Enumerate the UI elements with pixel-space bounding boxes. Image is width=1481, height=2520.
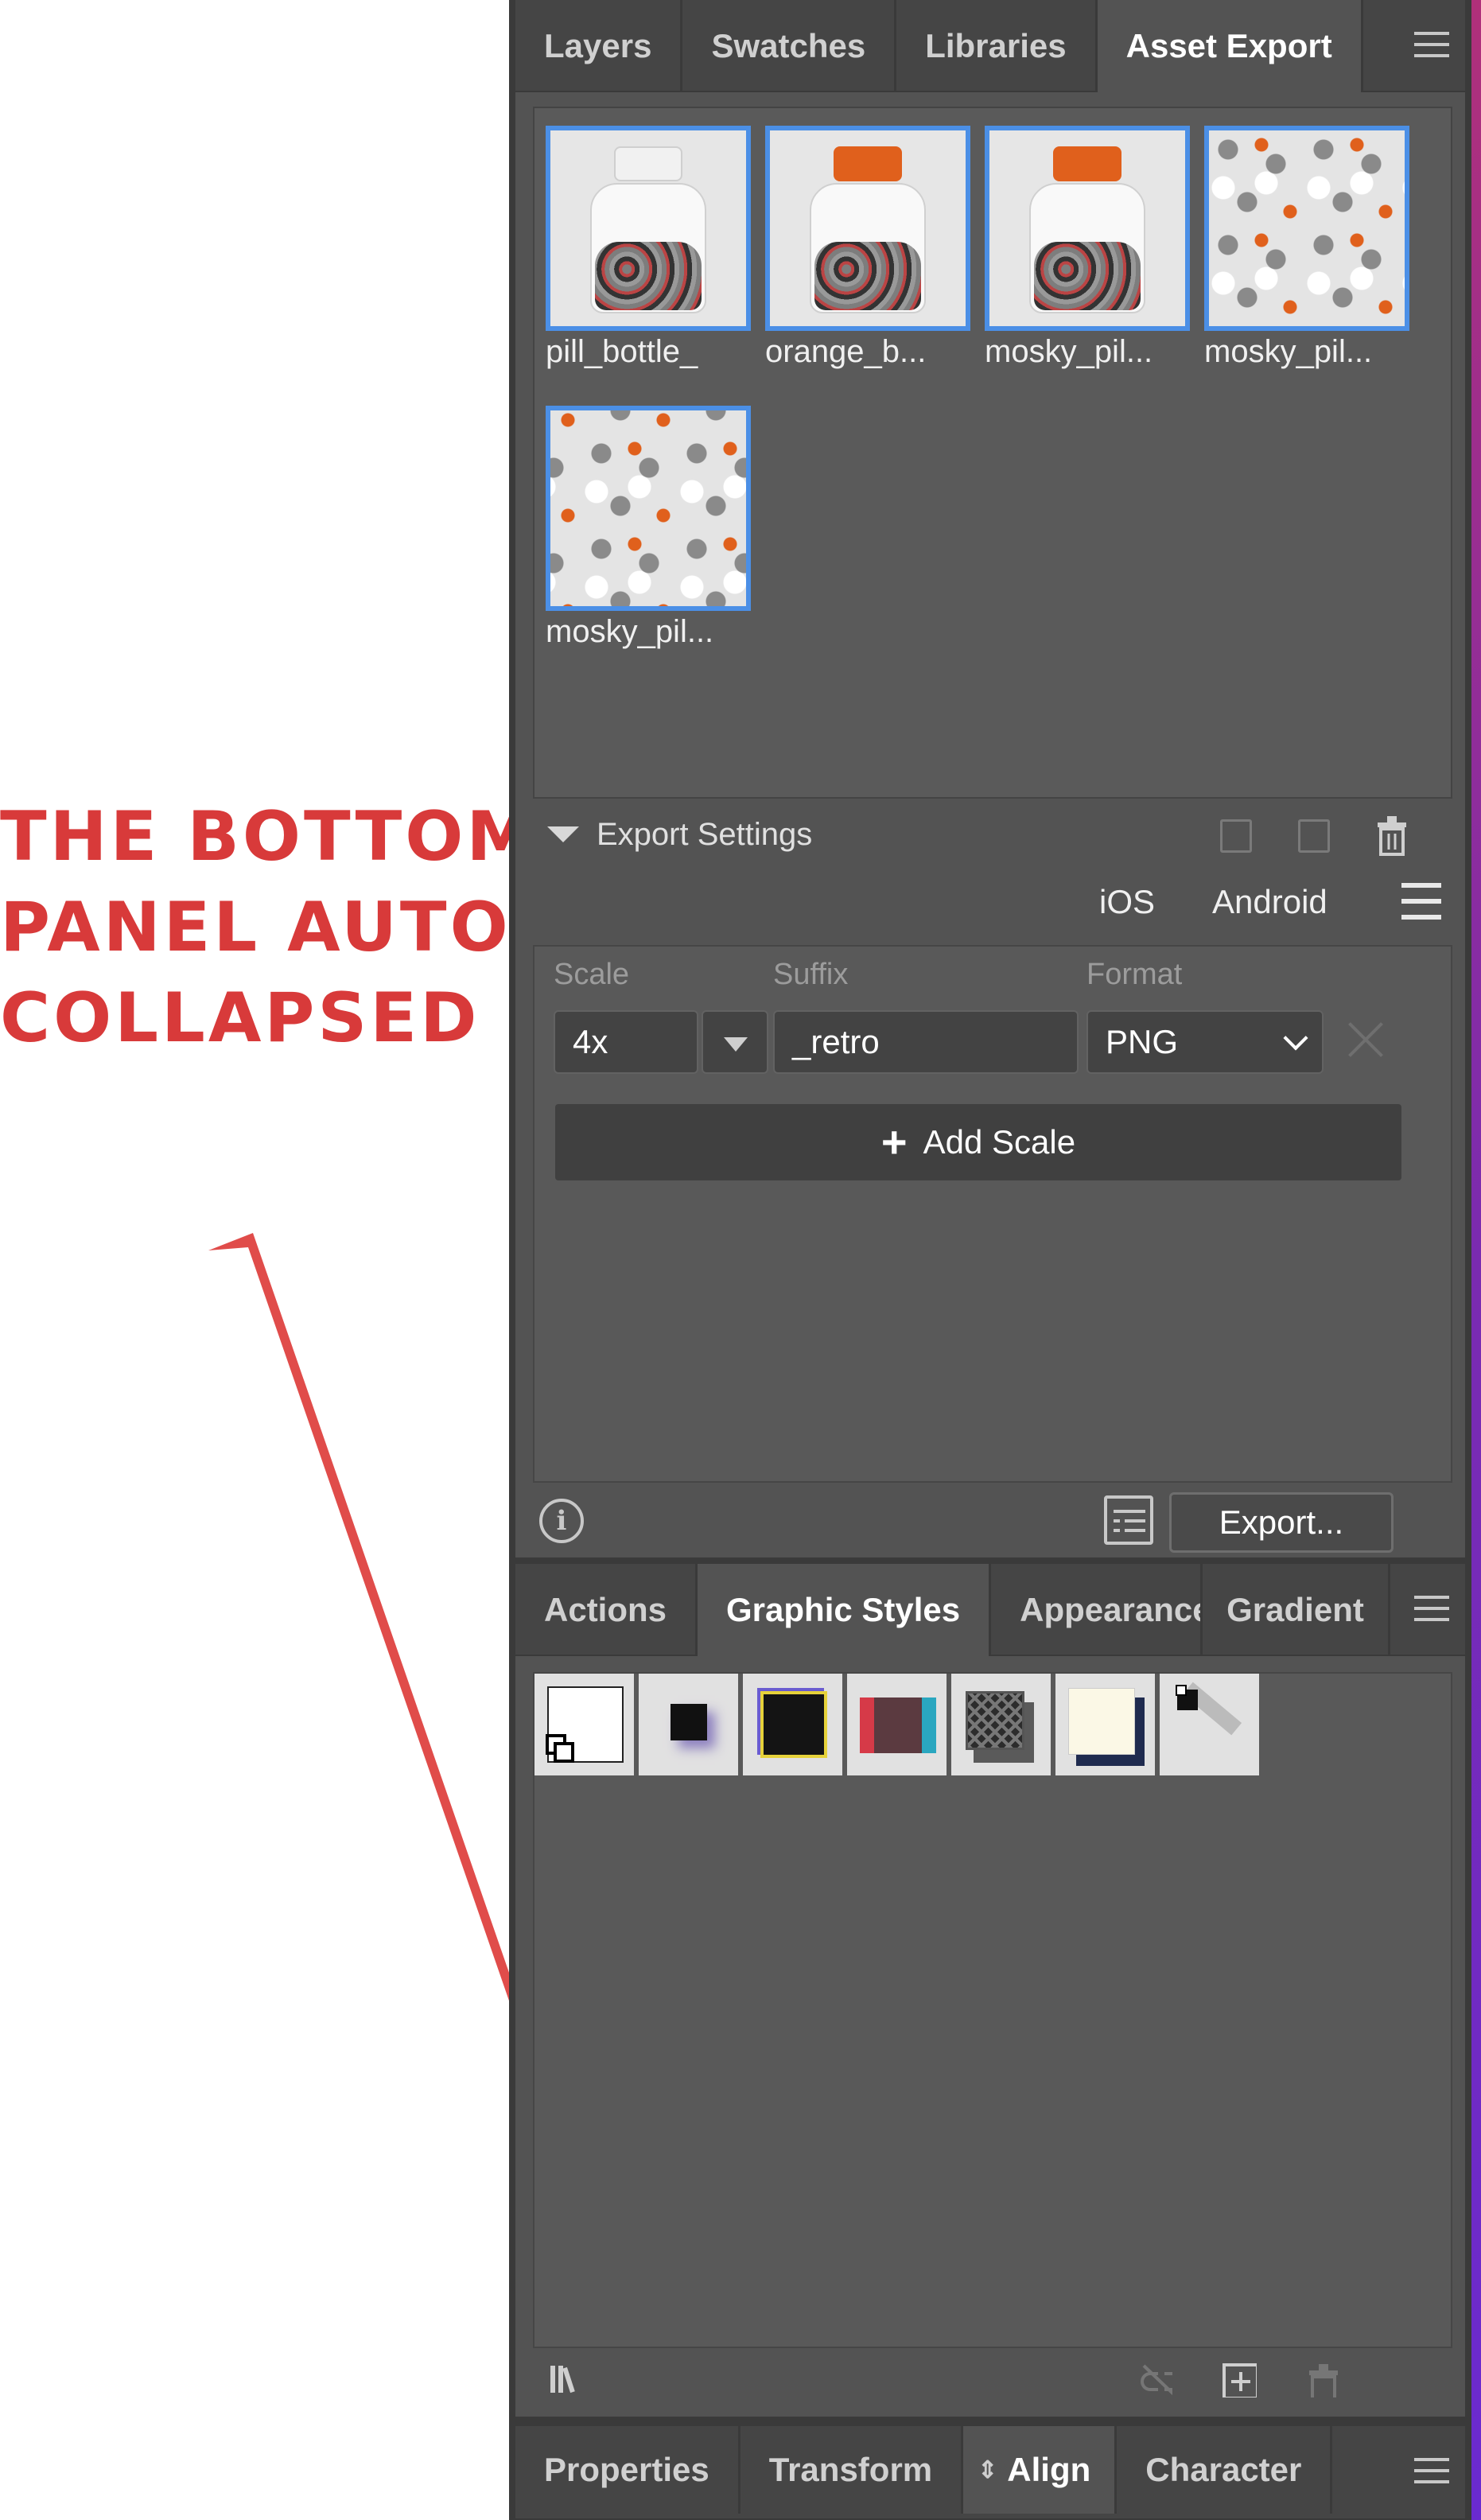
export-settings-header[interactable]: Export Settings xyxy=(533,803,1452,865)
asset-name: pill_bottle_ xyxy=(546,334,698,369)
add-to-export-icon[interactable] xyxy=(1220,819,1252,853)
add-scale-button[interactable]: + Add Scale xyxy=(555,1104,1401,1180)
scale-input[interactable]: 4x xyxy=(554,1010,698,1074)
style-swatch-bicolor[interactable] xyxy=(847,1674,949,1775)
window-edge xyxy=(1471,0,1481,2520)
list-icon[interactable] xyxy=(1401,883,1441,923)
tab-actions[interactable]: Actions xyxy=(515,1564,698,1656)
export-button[interactable]: Export... xyxy=(1169,1492,1394,1553)
style-swatch-default[interactable] xyxy=(534,1674,636,1775)
tab-align-label: Align xyxy=(1007,2451,1091,2488)
asset-export-panel: Layers Swatches Libraries Asset Export p… xyxy=(515,0,1465,1558)
collapse-toggle-icon: ⇕ xyxy=(978,2456,998,2483)
style-swatch-mesh-shadow[interactable] xyxy=(951,1674,1053,1775)
asset-name: orange_b... xyxy=(765,334,927,369)
asset-item[interactable]: orange_b... xyxy=(765,126,970,370)
graphic-styles-footer xyxy=(533,2356,1452,2412)
scale-column-label: Scale xyxy=(554,958,630,991)
export-footer: i Export... xyxy=(533,1488,1452,1567)
duplicate-asset-icon[interactable] xyxy=(1298,819,1330,853)
align-panel-collapsed: Properties Transform ⇕ Align Character xyxy=(515,2426,1465,2520)
asset-item[interactable]: pill_bottle_ xyxy=(546,126,751,370)
asset-name: mosky_pil... xyxy=(985,334,1153,369)
asset-thumbnail[interactable] xyxy=(1204,126,1409,331)
asset-name: mosky_pil... xyxy=(546,614,714,649)
panel-menu-icon[interactable] xyxy=(1414,1596,1449,1624)
format-column-label: Format xyxy=(1086,958,1183,991)
top-tab-bar: Layers Swatches Libraries Asset Export xyxy=(515,0,1465,92)
tab-swatches[interactable]: Swatches xyxy=(682,0,897,92)
bottom-tab-bar: Properties Transform ⇕ Align Character xyxy=(515,2426,1465,2520)
new-style-icon[interactable] xyxy=(1222,2362,1257,2398)
scale-dropdown-button[interactable] xyxy=(702,1010,768,1074)
break-link-icon[interactable] xyxy=(1137,2362,1172,2398)
panel-menu-icon[interactable] xyxy=(1414,32,1449,60)
asset-thumbnail[interactable] xyxy=(546,126,751,331)
trash-icon[interactable] xyxy=(1304,2362,1339,2398)
ios-button[interactable]: iOS xyxy=(1099,883,1155,921)
trash-icon[interactable] xyxy=(1373,815,1411,858)
suffix-column-label: Suffix xyxy=(773,958,849,991)
plus-icon: + xyxy=(880,1117,908,1167)
asset-thumbnail[interactable] xyxy=(765,126,970,331)
asset-name: mosky_pil... xyxy=(1204,334,1373,369)
export-queue-icon[interactable] xyxy=(1104,1495,1153,1545)
panel-menu-icon[interactable] xyxy=(1414,2458,1449,2487)
add-scale-label: Add Scale xyxy=(923,1123,1076,1161)
info-icon[interactable]: i xyxy=(539,1499,584,1543)
scale-settings: Scale Suffix Format 4x _retro PNG + Add … xyxy=(533,945,1452,1483)
platform-row: iOS Android xyxy=(533,867,1452,939)
asset-item[interactable]: mosky_pil... xyxy=(985,126,1190,370)
middle-tab-bar: Actions Graphic Styles Appearance Gradie… xyxy=(515,1564,1465,1656)
panel-dock: Layers Swatches Libraries Asset Export p… xyxy=(509,0,1471,2520)
tab-appearance[interactable]: Appearance xyxy=(991,1564,1203,1656)
asset-item[interactable]: mosky_pil... xyxy=(1204,126,1409,370)
style-swatch-soft-shadow[interactable] xyxy=(639,1674,740,1775)
remove-scale-icon[interactable] xyxy=(1343,1017,1389,1063)
tab-character[interactable]: Character xyxy=(1117,2426,1333,2514)
graphic-styles-list xyxy=(533,1672,1452,2348)
style-swatch-cream-3d[interactable] xyxy=(1055,1674,1157,1775)
tab-layers[interactable]: Layers xyxy=(515,0,683,92)
style-swatch-black-neon[interactable] xyxy=(743,1674,845,1775)
chevron-down-icon xyxy=(1283,1025,1308,1051)
format-select[interactable]: PNG xyxy=(1086,1010,1324,1074)
asset-grid: pill_bottle_ orange_b... mosky_pil... mo… xyxy=(533,107,1452,799)
libraries-menu-icon[interactable] xyxy=(549,2362,584,2398)
tab-transform[interactable]: Transform xyxy=(740,2426,964,2514)
tab-asset-export[interactable]: Asset Export xyxy=(1097,0,1363,92)
export-settings-title: Export Settings xyxy=(597,816,813,852)
graphic-styles-panel: Actions Graphic Styles Appearance Gradie… xyxy=(515,1564,1465,2417)
asset-thumbnail[interactable] xyxy=(546,406,751,611)
tab-align[interactable]: ⇕ Align xyxy=(963,2426,1118,2514)
asset-item[interactable]: mosky_pil... xyxy=(546,406,751,650)
tab-libraries[interactable]: Libraries xyxy=(896,0,1098,92)
tab-gradient[interactable]: Gradient xyxy=(1203,1564,1390,1656)
tab-properties[interactable]: Properties xyxy=(515,2426,740,2514)
format-value: PNG xyxy=(1106,1023,1179,1060)
style-swatch-black-shadow[interactable] xyxy=(1160,1674,1261,1775)
disclosure-triangle-icon[interactable] xyxy=(547,826,579,842)
suffix-input[interactable]: _retro xyxy=(773,1010,1079,1074)
android-button[interactable]: Android xyxy=(1212,883,1327,921)
tab-graphic-styles[interactable]: Graphic Styles xyxy=(698,1564,992,1656)
asset-thumbnail[interactable] xyxy=(985,126,1190,331)
